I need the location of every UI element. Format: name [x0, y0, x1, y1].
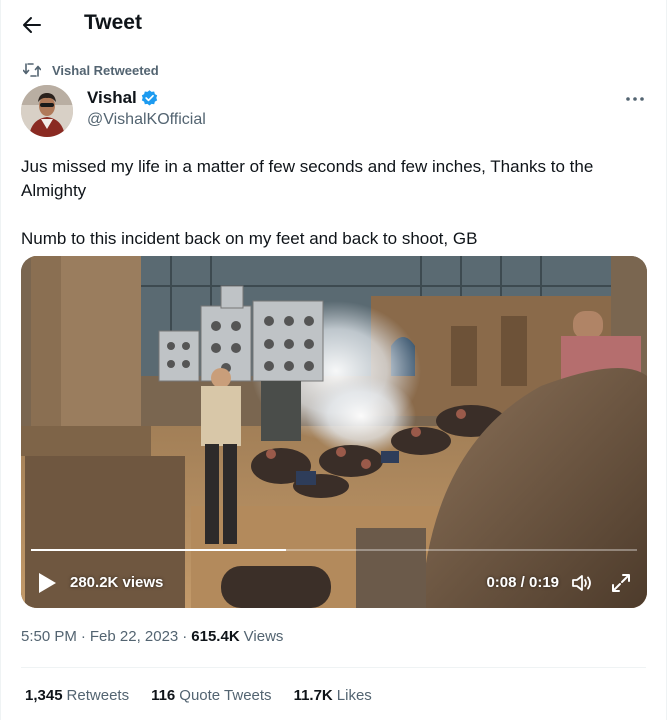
tweet-page: Tweet Vishal Retweeted Vishal @VishalKOf… [0, 0, 667, 720]
page-header: Tweet [1, 0, 666, 48]
retweets-stat[interactable]: 1,345 Retweets [25, 687, 129, 704]
back-button[interactable] [15, 8, 49, 42]
quote-tweets-count: 116 [151, 687, 176, 704]
tweet-views-count: 615.4K [191, 628, 240, 645]
retweet-icon [23, 63, 41, 77]
tweet-date[interactable]: Feb 22, 2023 [90, 628, 178, 645]
meta-separator: · [182, 628, 188, 645]
video-progress-fill [31, 549, 286, 551]
retweet-label: Vishal Retweeted [52, 62, 159, 78]
retweets-count: 1,345 [25, 687, 63, 704]
likes-label: Likes [336, 687, 372, 704]
verified-badge-icon [141, 89, 157, 106]
video-view-count: 280.2K views [70, 574, 164, 591]
tweet-paragraph: Numb to this incident back on my feet an… [21, 229, 478, 248]
video-player[interactable]: 280.2K views 0:08 / 0:19 [21, 256, 647, 608]
quote-tweets-label: Quote Tweets [179, 687, 272, 704]
tweet-time[interactable]: 5:50 PM [21, 628, 77, 645]
video-progress-bar[interactable] [31, 549, 637, 551]
tweet-meta: 5:50 PM · Feb 22, 2023 · 615.4K Views [21, 628, 283, 645]
tweet-text: Jus missed my life in a matter of few se… [21, 155, 651, 251]
video-frame [21, 256, 647, 608]
tweet-views-label: Views [243, 628, 284, 645]
retweets-label: Retweets [66, 687, 130, 704]
name-row: Vishal [87, 88, 159, 108]
divider [21, 667, 646, 668]
likes-count: 11.7K [293, 687, 333, 704]
play-icon[interactable] [37, 572, 57, 594]
more-options-button[interactable] [620, 84, 650, 114]
meta-separator: · [80, 628, 86, 645]
retweet-context[interactable]: Vishal Retweeted [23, 61, 159, 79]
tweet-paragraph: Jus missed my life in a matter of few se… [21, 157, 594, 200]
author-block: Vishal @VishalKOfficial [21, 84, 646, 137]
page-title: Tweet [84, 11, 142, 34]
arrow-left-icon [23, 17, 41, 33]
quote-tweets-stat[interactable]: 116 Quote Tweets [151, 687, 271, 704]
avatar[interactable] [21, 85, 73, 137]
video-time: 0:08 / 0:19 [486, 574, 559, 591]
likes-stat[interactable]: 11.7K Likes [294, 687, 372, 704]
more-dots-icon [626, 97, 644, 101]
volume-icon[interactable] [571, 573, 593, 593]
tweet-stats: 1,345 Retweets 116 Quote Tweets 11.7K Likes [25, 687, 394, 704]
author-handle[interactable]: @VishalKOfficial [87, 111, 206, 129]
author-name[interactable]: Vishal [87, 88, 137, 108]
fullscreen-icon[interactable] [611, 573, 631, 593]
